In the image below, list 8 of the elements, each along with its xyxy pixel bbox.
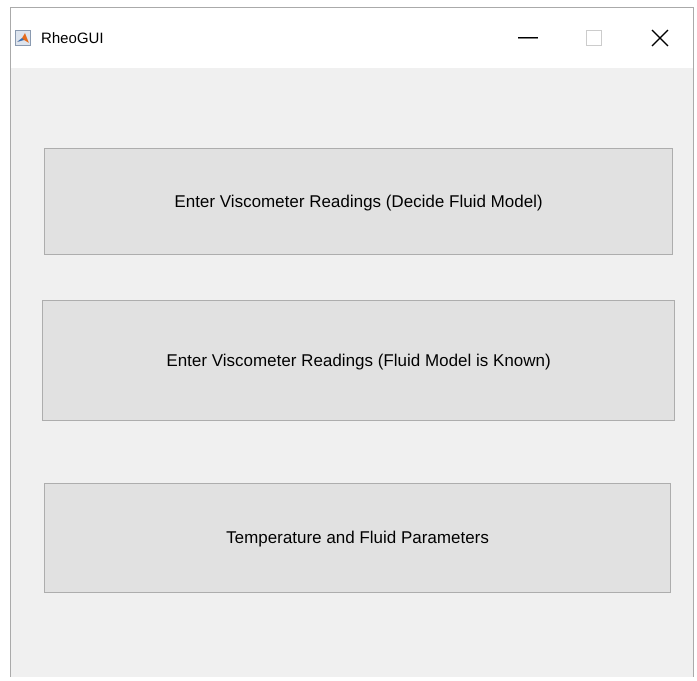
app-icon <box>15 30 31 46</box>
window-title: RheoGUI <box>41 30 105 46</box>
close-icon <box>651 29 669 47</box>
action-button[interactable]: Temperature and Fluid Parameters <box>44 483 671 593</box>
action-button[interactable]: Enter Viscometer Readings (Fluid Model is Known) <box>42 300 675 421</box>
action-button[interactable]: Enter Viscometer Readings (Decide Fluid Model) <box>44 148 673 255</box>
minimize-icon <box>518 37 538 39</box>
maximize-icon <box>586 30 602 46</box>
